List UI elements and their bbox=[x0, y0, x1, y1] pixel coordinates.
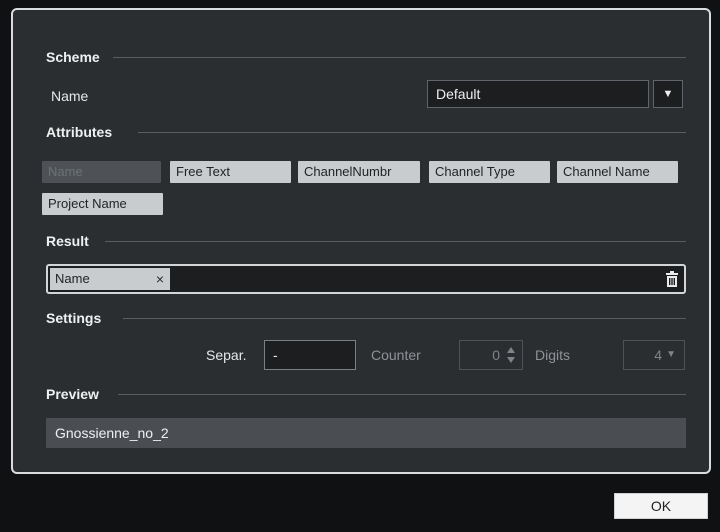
digits-select: 4 ▼ bbox=[623, 340, 685, 370]
result-field[interactable]: Name × bbox=[46, 264, 686, 294]
scheme-title: Scheme bbox=[46, 49, 100, 65]
scheme-header: Scheme bbox=[46, 47, 100, 67]
digits-label: Digits bbox=[535, 347, 571, 363]
settings-header: Settings bbox=[46, 308, 101, 328]
result-divider bbox=[105, 241, 686, 242]
separator-input[interactable]: - bbox=[264, 340, 356, 370]
attribute-name-button: Name bbox=[42, 161, 161, 183]
attributes-title: Attributes bbox=[46, 124, 113, 140]
counter-value: 0 bbox=[492, 347, 500, 363]
preview-divider bbox=[118, 394, 686, 395]
preview-field: Gnossienne_no_2 bbox=[46, 418, 686, 448]
attribute-project-name-button[interactable]: Project Name bbox=[42, 193, 163, 215]
settings-title: Settings bbox=[46, 310, 102, 326]
scheme-dropdown-button[interactable]: ▼ bbox=[653, 80, 683, 108]
name-scheme-dialog: Scheme Name Default ▼ Attributes Name Fr… bbox=[11, 8, 711, 474]
preview-title: Preview bbox=[46, 386, 99, 402]
attribute-channel-type-button[interactable]: Channel Type bbox=[429, 161, 550, 183]
result-chip-label: Name bbox=[55, 271, 90, 286]
settings-divider bbox=[123, 318, 686, 319]
result-title: Result bbox=[46, 233, 89, 249]
result-chip-name[interactable]: Name × bbox=[50, 268, 170, 290]
triangle-down-icon: ▼ bbox=[666, 349, 676, 360]
result-header: Result bbox=[46, 231, 89, 251]
triangle-down-icon: ▼ bbox=[662, 88, 674, 100]
attributes-header: Attributes bbox=[46, 122, 112, 142]
counter-stepper: 0 bbox=[459, 340, 523, 370]
attributes-divider bbox=[138, 132, 686, 133]
attribute-channel-number-button[interactable]: ChannelNumbr bbox=[298, 161, 420, 183]
counter-label: Counter bbox=[371, 347, 421, 363]
attribute-channel-name-button[interactable]: Channel Name bbox=[557, 161, 678, 183]
trash-icon[interactable] bbox=[665, 271, 679, 287]
separator-label: Separ. bbox=[206, 347, 247, 363]
preview-header: Preview bbox=[46, 384, 99, 404]
digits-value: 4 bbox=[654, 347, 662, 363]
attribute-free-text-button[interactable]: Free Text bbox=[170, 161, 291, 183]
stepper-arrows-icon bbox=[507, 347, 515, 363]
scheme-name-label: Name bbox=[51, 88, 89, 104]
scheme-select[interactable]: Default bbox=[427, 80, 649, 108]
ok-button[interactable]: OK bbox=[614, 493, 708, 519]
close-icon[interactable]: × bbox=[156, 268, 164, 290]
scheme-divider bbox=[113, 57, 686, 58]
